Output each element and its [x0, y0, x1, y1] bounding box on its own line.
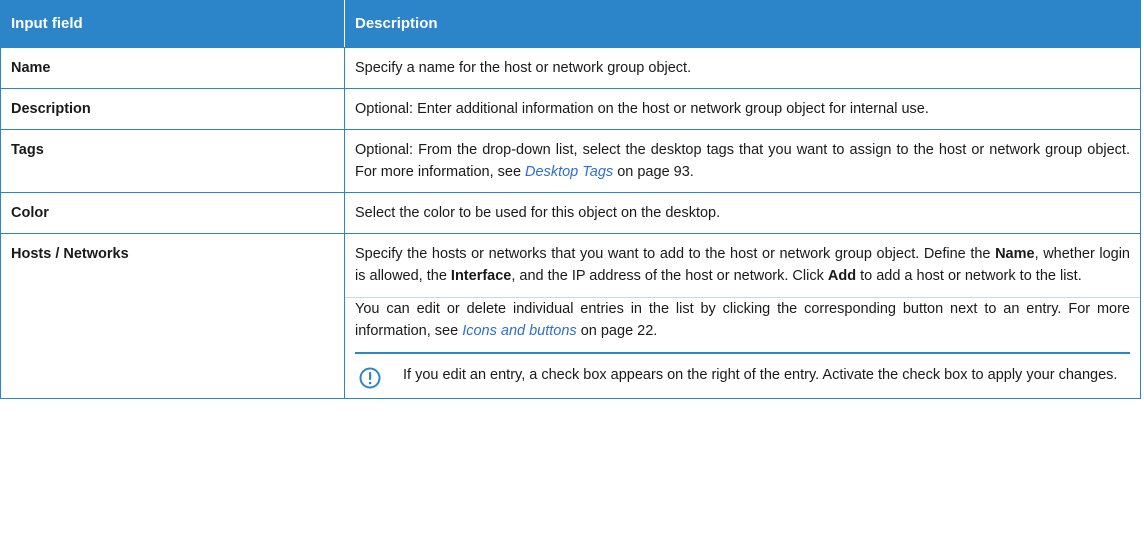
- desc-description: Optional: Enter additional information o…: [344, 88, 1141, 130]
- table-row-color: Color Select the color to be used for th…: [0, 192, 1141, 234]
- header-description: Description: [344, 0, 1141, 48]
- header-input-field: Input field: [0, 0, 345, 48]
- input-field-table: Input field Description Name Specify a n…: [0, 0, 1141, 399]
- hosts-p1-text-g: to add a host or network to the list.: [856, 268, 1082, 284]
- table-row-tags: Tags Optional: From the drop-down list, …: [0, 129, 1141, 193]
- desc-tags-text-pre: Optional: From the drop-down list, selec…: [355, 142, 1130, 180]
- hosts-p1-text-a: Specify the hosts or networks that you w…: [355, 246, 996, 262]
- desc-hosts-networks: Specify the hosts or networks that you w…: [344, 233, 1141, 399]
- hosts-paragraph-1: Specify the hosts or networks that you w…: [355, 243, 1130, 297]
- field-color: Color: [0, 192, 345, 234]
- field-description: Description: [0, 88, 345, 130]
- field-name: Name: [0, 47, 345, 89]
- link-icons-and-buttons[interactable]: Icons and buttons: [462, 323, 576, 339]
- table-row-description: Description Optional: Enter additional i…: [0, 88, 1141, 130]
- link-desktop-tags[interactable]: Desktop Tags: [525, 164, 613, 180]
- exclamation-circle-icon: [359, 367, 381, 389]
- note-text: If you edit an entry, a check box appear…: [403, 367, 1118, 383]
- hosts-p1-bold-add: Add: [827, 268, 857, 284]
- desc-tags-text-post: on page 93.: [613, 164, 694, 180]
- table-row-hosts-networks: Hosts / Networks Specify the hosts or ne…: [0, 233, 1141, 399]
- desc-tags: Optional: From the drop-down list, selec…: [344, 129, 1141, 193]
- desc-name: Specify a name for the host or network g…: [344, 47, 1141, 89]
- hosts-p1-bold-name: Name: [995, 246, 1035, 262]
- table-row-name: Name Specify a name for the host or netw…: [0, 47, 1141, 89]
- hosts-p1-text-e: , and the IP address of the host or netw…: [511, 268, 828, 284]
- table-header-row: Input field Description: [0, 0, 1141, 48]
- note-box: If you edit an entry, a check box appear…: [355, 354, 1130, 389]
- field-tags: Tags: [0, 129, 345, 193]
- hosts-p1-bold-interface: Interface: [450, 268, 512, 284]
- desc-color: Select the color to be used for this obj…: [344, 192, 1141, 234]
- hosts-paragraph-2: You can edit or delete individual entrie…: [355, 298, 1130, 352]
- field-hosts-networks: Hosts / Networks: [0, 233, 345, 399]
- hosts-p2-text-post: on page 22.: [576, 323, 658, 339]
